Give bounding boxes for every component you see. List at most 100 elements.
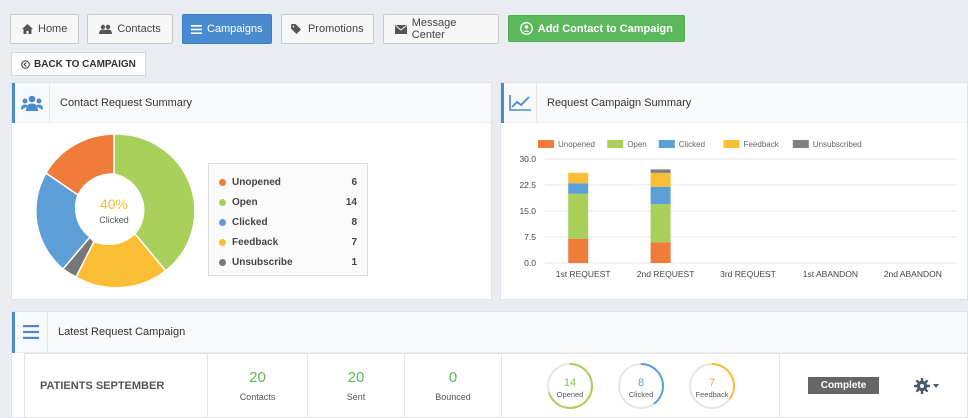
promotions-label: Promotions <box>307 23 364 35</box>
panel-title: Contact Request Summary <box>60 96 193 109</box>
top-nav: Home Contacts Campaigns Promotions Messa… <box>10 14 685 44</box>
sent-cell: 20 Sent <box>308 354 405 417</box>
add-contact-label: Add Contact to Campaign <box>537 22 673 35</box>
legend-label: Feedback <box>744 140 780 149</box>
back-label: BACK TO CAMPAIGN <box>34 58 136 70</box>
bounced-label: Bounced <box>435 392 471 402</box>
legend-swatch <box>658 140 675 148</box>
y-tick-label: 7.5 <box>524 232 536 242</box>
campaigns-button[interactable]: Campaigns <box>181 14 272 44</box>
legend-label: Unopened <box>232 176 281 188</box>
legend-item-clicked: Clicked 8 <box>219 212 357 232</box>
rings-cell: 14 Opened 8 Clicked 7 Feedback <box>502 354 780 417</box>
donut-center-label: Clicked <box>99 215 129 225</box>
clicked-count: 8 <box>637 377 643 389</box>
panel-header: Latest Request Campaign <box>12 311 967 353</box>
x-tick-label: 3rd REQUEST <box>720 269 776 279</box>
legend-value: 1 <box>351 256 357 268</box>
legend-item-unsubscribe: Unsubscribe 1 <box>219 252 357 272</box>
unopened-dot-icon <box>219 178 226 186</box>
panel-title: Latest Request Campaign <box>58 326 186 338</box>
donut-chart: 40% Clicked <box>35 133 194 289</box>
panel-header: Request Campaign Summary <box>501 82 967 123</box>
users-icon <box>99 24 113 34</box>
x-tick-label: 2nd ABANDON <box>884 269 942 279</box>
bar-segment <box>650 242 671 263</box>
status-badge: Complete <box>807 377 880 394</box>
x-tick-label: 1st ABANDON <box>803 269 858 279</box>
menu-lines-icon <box>12 311 48 353</box>
user-circle-icon <box>519 22 533 35</box>
campaign-name: PATIENTS SEPTEMBER <box>40 379 165 392</box>
caret-down-icon <box>933 383 940 388</box>
home-button[interactable]: Home <box>10 14 80 44</box>
sent-label: Sent <box>346 392 366 402</box>
legend-value: 6 <box>351 176 357 188</box>
line-chart-icon <box>501 82 537 123</box>
x-tick-label: 1st REQUEST <box>556 269 611 279</box>
legend-value: 7 <box>351 236 357 248</box>
feedback-ring: 7 Feedback <box>688 362 735 409</box>
gear-icon <box>914 377 931 394</box>
opened-ring: 14 Opened <box>546 362 593 409</box>
list-icon <box>190 24 202 34</box>
home-label: Home <box>38 23 68 35</box>
feedback-label: Feedback <box>695 390 728 399</box>
bar-segment <box>650 172 671 187</box>
opened-label: Opened <box>556 390 583 399</box>
legend-swatch <box>538 140 554 148</box>
contacts-count: 20 <box>249 369 266 386</box>
legend-label: Unsubscribe <box>232 256 293 268</box>
stacked-bar-chart: Unopened Open Clicked Feedback Unsubscribed 3… <box>519 140 957 279</box>
legend-item-feedback: Feedback 7 <box>219 232 357 252</box>
open-dot-icon <box>219 198 226 206</box>
home-icon <box>22 24 33 34</box>
legend-label: Unsubscribed <box>813 140 862 149</box>
legend-swatch <box>723 140 740 148</box>
legend-label: Open <box>232 196 258 208</box>
unsubscribe-dot-icon <box>219 258 226 266</box>
bar-segment <box>650 169 671 173</box>
bar-segment <box>568 193 589 239</box>
y-tick-label: 30.0 <box>519 154 536 164</box>
promotions-button[interactable]: Promotions <box>280 14 374 44</box>
legend-label: Unopened <box>558 140 595 149</box>
legend-swatch <box>607 140 624 148</box>
legend-label: Clicked <box>232 216 268 228</box>
contacts-label: Contacts <box>239 392 276 402</box>
panel-title: Request Campaign Summary <box>547 96 692 109</box>
contacts-cell: 20 Contacts <box>208 354 308 417</box>
legend-swatch <box>792 140 809 148</box>
campaigns-label: Campaigns <box>206 23 263 35</box>
settings-dropdown[interactable] <box>914 377 940 394</box>
back-circle-icon <box>21 59 30 69</box>
legend-label: Clicked <box>679 140 705 149</box>
clicked-label: Clicked <box>628 390 653 399</box>
bounced-cell: 0 Bounced <box>405 354 502 417</box>
x-tick-label: 2nd REQUEST <box>637 269 695 279</box>
y-tick-label: 0.0 <box>524 258 536 268</box>
sent-count: 20 <box>347 369 365 386</box>
contacts-button[interactable]: Contacts <box>87 14 173 44</box>
donut-center-percent: 40% <box>100 196 128 212</box>
y-tick-label: 22.5 <box>519 180 536 190</box>
legend-label: Open <box>627 140 647 149</box>
envelope-icon <box>394 24 407 34</box>
legend-item-open: Open 14 <box>219 192 357 212</box>
y-tick-label: 15.0 <box>519 206 536 216</box>
legend-value: 8 <box>351 216 357 228</box>
panel-header: Contact Request Summary <box>12 82 491 123</box>
contacts-label: Contacts <box>117 23 161 35</box>
bar-segment <box>650 204 671 243</box>
tag-icon <box>290 24 303 34</box>
bar-segment <box>568 238 589 263</box>
summary-legend: Unopened 6 Open 14 Clicked 8 Feedback 7 … <box>208 163 368 276</box>
back-to-campaign-button[interactable]: BACK TO CAMPAIGN <box>11 52 146 76</box>
bar-segment <box>650 186 671 205</box>
add-contact-button[interactable]: Add Contact to Campaign <box>507 15 685 42</box>
opened-count: 14 <box>563 377 575 389</box>
campaign-row[interactable]: PATIENTS SEPTEMBER 20 Contacts 20 Sent 0… <box>24 353 968 418</box>
message-center-button[interactable]: Message Center <box>382 14 499 44</box>
legend-value: 14 <box>345 196 357 208</box>
users-group-icon <box>12 82 50 123</box>
